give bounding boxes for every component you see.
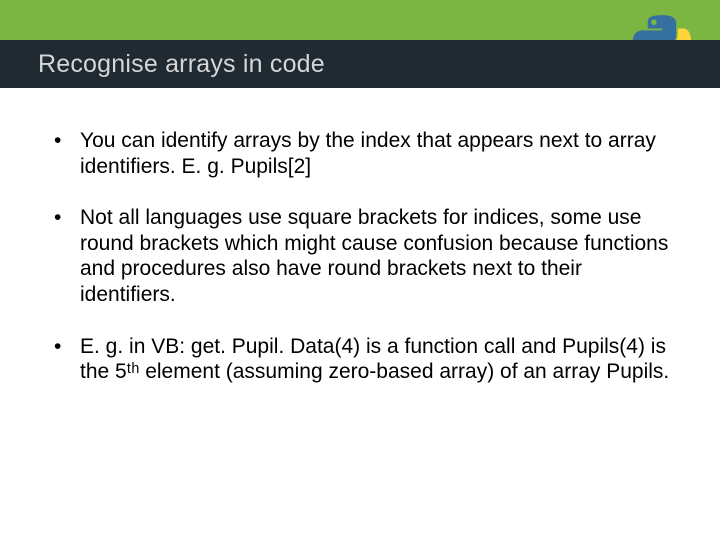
title-strip: Recognise arrays in code xyxy=(0,40,720,88)
bullet-list: You can identify arrays by the index tha… xyxy=(46,128,674,385)
bullet-item: E. g. in VB: get. Pupil. Data(4) is a fu… xyxy=(46,334,674,385)
slide-body: You can identify arrays by the index tha… xyxy=(0,88,720,385)
bullet-item: You can identify arrays by the index tha… xyxy=(46,128,674,179)
slide-header: Recognise arrays in code xyxy=(0,0,720,88)
bullet-item: Not all languages use square brackets fo… xyxy=(46,205,674,307)
slide-title: Recognise arrays in code xyxy=(0,50,325,79)
